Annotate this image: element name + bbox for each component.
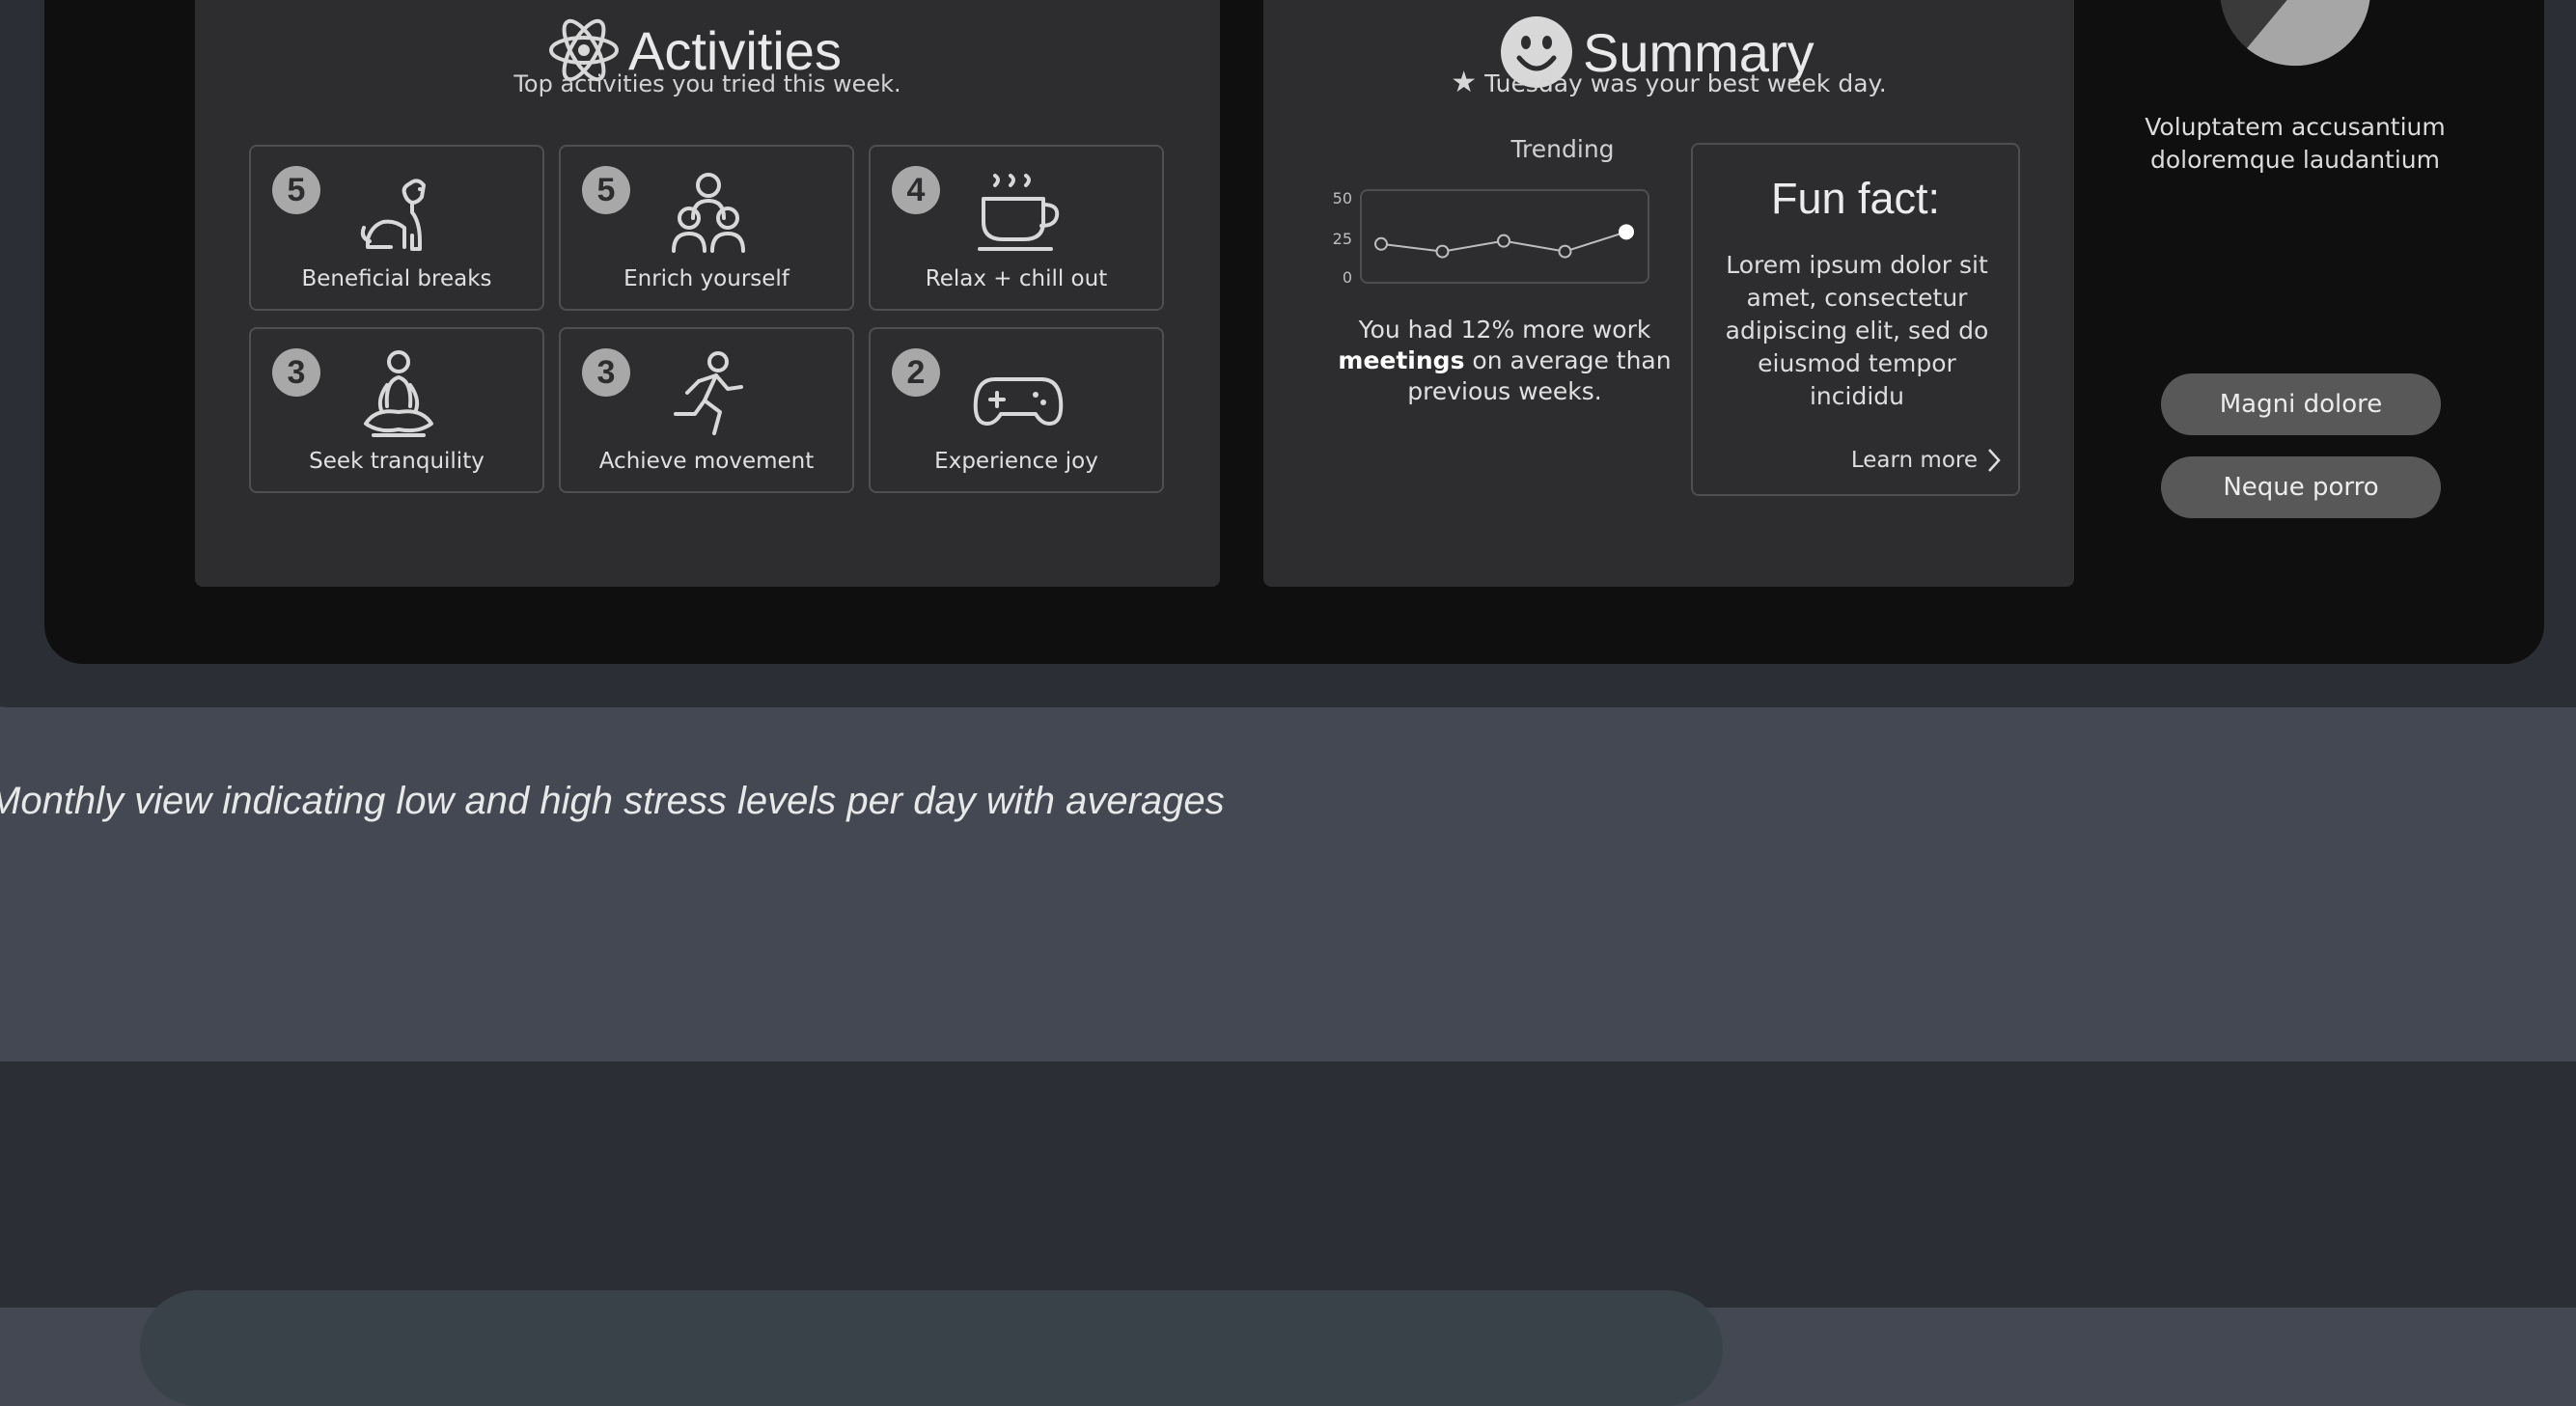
activity-label: Relax + chill out: [925, 266, 1108, 291]
activity-tile-relax[interactable]: 4 Relax + chill out: [869, 145, 1164, 311]
dog-icon: [360, 179, 426, 251]
trend-chart-svg: [1374, 224, 1634, 259]
trending-label: Trending: [1510, 135, 1615, 163]
fun-fact-box: Fun fact: Lorem ipsum dolor sit amet, co…: [1691, 143, 2020, 496]
best-day-text: Tuesday was your best week day.: [1484, 69, 1887, 97]
lower-section: [0, 1061, 2576, 1308]
right-panel-text: Voluptatem accusantium doloremque laudan…: [2145, 113, 2446, 174]
pie-chart: [2220, 0, 2370, 67]
y-tick-25: 25: [1332, 230, 1352, 248]
count-badge: 2: [892, 348, 940, 397]
y-tick-0: 0: [1342, 268, 1352, 287]
activity-tile-achieve-movement[interactable]: 3 Achieve movement: [559, 327, 854, 493]
activity-label: Seek tranquility: [309, 449, 485, 474]
activity-label: Achieve movement: [598, 449, 815, 474]
best-day-line: ★ Tuesday was your best week day.: [1263, 66, 2074, 99]
meditation-icon: [364, 350, 433, 437]
learn-more-label: Learn more: [1850, 448, 1978, 473]
activity-tile-beneficial-breaks[interactable]: 5 Beneficial breaks: [249, 145, 544, 311]
activity-tile-experience-joy[interactable]: 2 Experience joy: [869, 327, 1164, 493]
running-icon: [674, 351, 743, 435]
coffee-cup-icon: [978, 174, 1060, 251]
count-badge: 3: [272, 348, 320, 397]
trend-text-bold: meetings: [1338, 346, 1465, 374]
fun-fact-title: Fun fact:: [1770, 174, 1941, 223]
neque-porro-button[interactable]: Neque porro: [2161, 456, 2441, 518]
activity-label: Enrich yourself: [623, 266, 789, 291]
trend-point: [1497, 234, 1510, 248]
fun-fact-text: Lorem ipsum dolor sit amet, consectetur …: [1725, 251, 1989, 410]
star-icon: ★: [1451, 66, 1478, 99]
activity-label: Experience joy: [934, 449, 1098, 474]
trend-point: [1619, 224, 1634, 240]
learn-more-link[interactable]: Learn more: [1851, 448, 2001, 473]
count-badge: 4: [892, 166, 940, 214]
count-badge: 5: [272, 166, 320, 214]
trend-point: [1558, 244, 1572, 259]
trend-text: You had 12% more work meetings on averag…: [1321, 315, 1688, 407]
trend-text-pre: You had 12% more work: [1358, 316, 1651, 344]
gamepad-icon: [973, 377, 1064, 426]
trend-point: [1374, 236, 1388, 251]
y-tick-50: 50: [1332, 189, 1352, 207]
summary-card: Summary ★ Tuesday was your best week day…: [1263, 0, 2074, 587]
figure-caption: Monthly view indicating low and high str…: [0, 780, 1225, 822]
count-badge: 3: [582, 348, 630, 397]
trend-chart: [1360, 189, 1649, 284]
activity-label: Beneficial breaks: [301, 266, 492, 291]
activities-card: Activities Top activities you tried this…: [195, 0, 1220, 587]
count-badge: 5: [582, 166, 630, 214]
activity-tile-seek-tranquility[interactable]: 3 Seek tranquility: [249, 327, 544, 493]
people-group-icon: [672, 173, 745, 253]
trend-point: [1435, 244, 1450, 259]
activity-tile-enrich-yourself[interactable]: 5 Enrich yourself: [559, 145, 854, 311]
magni-dolore-button[interactable]: Magni dolore: [2161, 373, 2441, 435]
lower-device-frame: [140, 1290, 1723, 1406]
activities-subtitle: Top activities you tried this week.: [513, 70, 901, 97]
chevron-right-icon: [1988, 449, 2001, 472]
